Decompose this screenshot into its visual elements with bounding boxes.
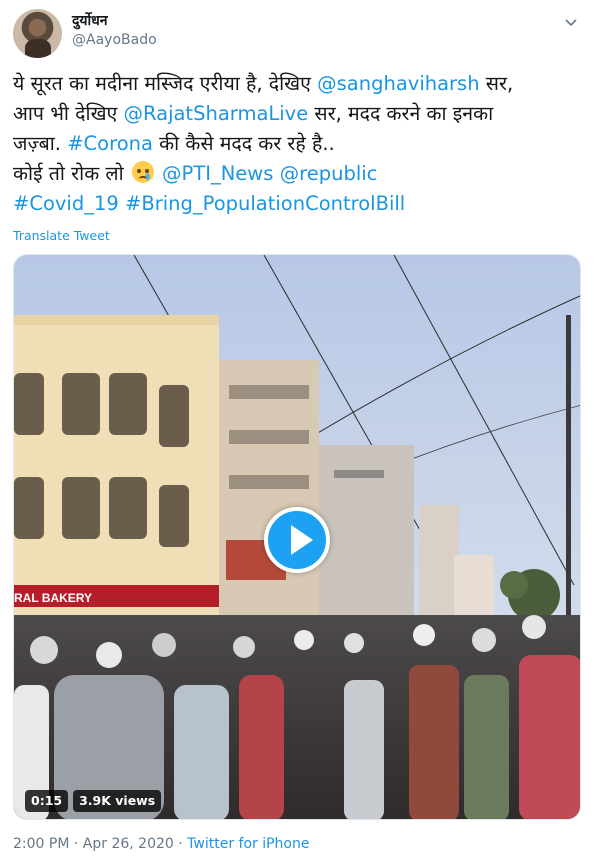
tweet-card: दुर्योधन @AayoBado ये सूरत का मदीना मस्ज… [0, 0, 594, 863]
tweet-text-segment: आप भी देखिए [13, 102, 124, 125]
video-player[interactable]: RAL BAKERY 0:15 3.9K views [13, 254, 581, 820]
tweet-text-segment: सर, मदद करने का इनका [308, 102, 494, 125]
tweet-line-3: जज़्बा. #Corona की कैसे मदद कर रहे है.. [13, 129, 583, 159]
mention-link[interactable]: @RajatSharmaLive [124, 102, 309, 125]
tweet-text: ये सूरत का मदीना मस्जिद एरीया है, देखिए … [13, 69, 583, 219]
tweet-time[interactable]: 2:00 PM [13, 836, 69, 852]
hashtag-link[interactable]: #Bring_PopulationControlBill [125, 192, 405, 215]
crying-face-emoji [131, 161, 154, 183]
tweet-text-segment: ये सूरत का मदीना मस्जिद एरीया है, देखिए [13, 72, 318, 95]
tweet-line-5: #Covid_19 #Bring_PopulationControlBill [13, 189, 583, 219]
footer-separator: · [173, 836, 188, 852]
translate-tweet-link[interactable]: Translate Tweet [13, 228, 110, 243]
tweet-text-segment: सर, [479, 72, 514, 95]
user-avatar[interactable] [13, 9, 62, 58]
chevron-down-icon[interactable] [563, 14, 579, 30]
hashtag-link[interactable]: #Covid_19 [13, 192, 119, 215]
hashtag-link[interactable]: #Corona [67, 132, 153, 155]
tweet-header: दुर्योधन @AayoBado [13, 6, 583, 58]
tweet-line-1: ये सूरत का मदीना मस्जिद एरीया है, देखिए … [13, 69, 583, 99]
tweet-text-segment: जज़्बा. [13, 132, 68, 155]
play-icon[interactable] [264, 507, 330, 573]
video-stats: 0:15 3.9K views [25, 790, 162, 812]
tweet-source-link[interactable]: Twitter for iPhone [187, 836, 309, 852]
tweet-footer: 2:00 PM · Apr 26, 2020 · Twitter for iPh… [13, 836, 310, 852]
footer-separator: · [69, 836, 83, 852]
mention-link[interactable]: @sanghaviharsh [317, 72, 479, 95]
tweet-line-4: कोई तो रोक लो @PTI_News @republic [13, 159, 583, 189]
bakery-sign-text: RAL BAKERY [14, 591, 92, 605]
tweet-text-segment: की कैसे मदद कर रहे है.. [152, 132, 335, 155]
video-views: 3.9K views [73, 790, 162, 812]
mention-link[interactable]: @republic [280, 162, 378, 185]
author-handle[interactable]: @AayoBado [72, 30, 157, 50]
mention-link[interactable]: @PTI_News [162, 162, 273, 185]
author-names: दुर्योधन @AayoBado [72, 12, 157, 50]
author-display-name[interactable]: दुर्योधन [72, 12, 157, 30]
video-duration: 0:15 [25, 790, 69, 812]
tweet-line-2: आप भी देखिए @RajatSharmaLive सर, मदद करन… [13, 99, 583, 129]
tweet-date[interactable]: Apr 26, 2020 [83, 836, 174, 852]
tweet-text-segment: कोई तो रोक लो [13, 162, 130, 185]
